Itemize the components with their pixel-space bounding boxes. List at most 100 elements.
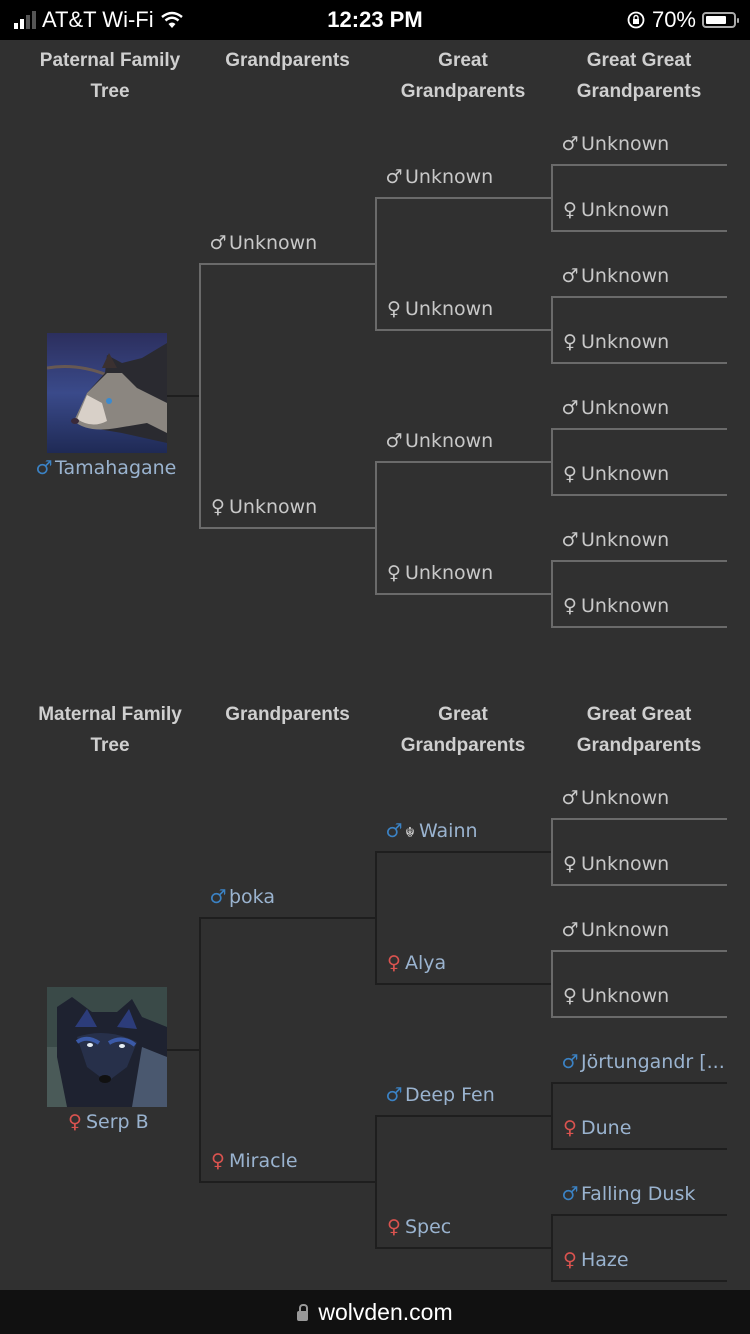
bracket-bottom-line xyxy=(199,527,376,529)
bracket-bottom-line xyxy=(551,884,727,886)
male-icon: ♂ xyxy=(35,457,53,479)
wolf-name: Unknown xyxy=(581,265,670,287)
unknown-ancestor-female: ♀ Unknown xyxy=(385,298,493,320)
bracket-top-line xyxy=(199,917,376,919)
ancestor-female[interactable]: ♀ Miracle xyxy=(209,1150,298,1172)
status-bar: AT&T Wi-Fi 12:23 PM 70% xyxy=(0,0,750,40)
bracket-top-line xyxy=(551,560,727,562)
bracket-bottom-line xyxy=(551,230,727,232)
bracket-bottom-line xyxy=(375,329,552,331)
wolf-name: Unknown xyxy=(581,595,670,617)
unknown-ancestor-female: ♀ Unknown xyxy=(561,985,669,1007)
male-icon: ♂ xyxy=(561,133,579,155)
wolf-name: Tamahagane xyxy=(55,457,177,479)
great-great-grandparents-heading: Great Great Grandparents xyxy=(551,45,727,107)
bracket-vertical-line xyxy=(551,164,553,232)
wolf-name: Unknown xyxy=(405,166,494,188)
female-icon: ♀ xyxy=(563,1249,577,1271)
ancestor-female[interactable]: ♀ Haze xyxy=(561,1249,629,1271)
bracket-bottom-line xyxy=(551,1016,727,1018)
wolf-name: Unknown xyxy=(581,133,670,155)
heading-line: Great Great xyxy=(586,50,692,71)
wolf-avatar-serp-b[interactable] xyxy=(47,987,167,1107)
wolf-name: þoka xyxy=(229,886,275,908)
bracket-top-line xyxy=(551,296,727,298)
ancestor-male[interactable]: ♂ Deep Fen xyxy=(385,1084,494,1106)
wolf-name: Unknown xyxy=(229,496,318,518)
female-icon: ♀ xyxy=(387,952,401,974)
ancestor-female[interactable]: ♀ Alya xyxy=(385,952,446,974)
male-icon: ♂ xyxy=(561,397,579,419)
female-icon: ♀ xyxy=(563,853,577,875)
female-icon: ♀ xyxy=(563,331,577,353)
root-wolf-tamahagane[interactable]: ♂ Tamahagane xyxy=(35,457,176,479)
bracket-bottom-line xyxy=(375,593,552,595)
wolf-name: Unknown xyxy=(581,529,670,551)
wolf-name: Miracle xyxy=(229,1150,298,1172)
female-icon: ♀ xyxy=(563,595,577,617)
bracket-top-line xyxy=(375,461,552,463)
wolf-name: Jörtungandr [... xyxy=(581,1051,725,1073)
bracket-bottom-line xyxy=(375,1247,552,1249)
grandparents-heading: Grandparents xyxy=(225,50,350,71)
male-icon: ♂ xyxy=(561,529,579,551)
browser-url-bar[interactable]: wolvden.com xyxy=(0,1290,750,1334)
wolf-name: Unknown xyxy=(229,232,318,254)
wolf-name: Unknown xyxy=(581,331,670,353)
ancestor-male[interactable]: ♂ Falling Dusk xyxy=(561,1183,695,1205)
bracket-top-line xyxy=(551,428,727,430)
male-icon: ♂ xyxy=(385,820,403,842)
bracket-vertical-line xyxy=(375,1115,377,1249)
male-icon: ♂ xyxy=(561,919,579,941)
female-icon: ♀ xyxy=(68,1111,82,1133)
bracket-top-line xyxy=(551,818,727,820)
wolf-name: Unknown xyxy=(581,985,670,1007)
bracket-bottom-line xyxy=(375,983,552,985)
heading-line: Tree xyxy=(90,81,130,102)
heading-line: Great xyxy=(438,704,488,725)
bracket-vertical-line xyxy=(551,1082,553,1150)
wolf-portrait-image xyxy=(47,987,167,1107)
root-wolf-serp-b[interactable]: ♀ Serp B xyxy=(66,1111,149,1133)
wolf-name: Unknown xyxy=(405,298,494,320)
url-domain: wolvden.com xyxy=(318,1299,453,1325)
bracket-vertical-line xyxy=(551,296,553,364)
heading-line: Grandparents xyxy=(576,735,702,756)
wolf-name: Unknown xyxy=(581,853,670,875)
heading-line: Great Great xyxy=(586,704,692,725)
female-icon: ♀ xyxy=(563,985,577,1007)
unknown-ancestor-male: ♂ Unknown xyxy=(561,529,669,551)
male-icon: ♂ xyxy=(561,1183,579,1205)
bracket-bottom-line xyxy=(551,1148,727,1150)
ancestor-female[interactable]: ♀ Spec xyxy=(385,1216,451,1238)
lock-icon xyxy=(297,1304,309,1321)
wolf-name: Spec xyxy=(405,1216,452,1238)
bracket-bottom-line xyxy=(551,1280,727,1282)
wolf-name: Unknown xyxy=(581,463,670,485)
ancestor-male[interactable]: ♂ Jörtungandr [... xyxy=(561,1051,725,1073)
unknown-ancestor-male: ♂ Unknown xyxy=(209,232,317,254)
wolf-name: Unknown xyxy=(405,430,494,452)
female-icon: ♀ xyxy=(387,298,401,320)
male-icon: ♂ xyxy=(561,787,579,809)
female-icon: ♀ xyxy=(563,199,577,221)
bracket-vertical-line xyxy=(375,461,377,595)
bracket-vertical-line xyxy=(199,917,201,1183)
bracket-top-line xyxy=(375,851,552,853)
unknown-ancestor-female: ♀ Unknown xyxy=(561,853,669,875)
wolf-portrait-image xyxy=(47,333,167,453)
unknown-ancestor-male: ♂ Unknown xyxy=(561,919,669,941)
wolf-name: Unknown xyxy=(405,562,494,584)
ancestor-male[interactable]: ♂ þoka xyxy=(209,886,275,908)
bracket-vertical-line xyxy=(375,851,377,985)
ancestor-female[interactable]: ♀ Dune xyxy=(561,1117,631,1139)
bracket-bottom-line xyxy=(551,494,727,496)
heading-line: Maternal Family xyxy=(38,704,182,725)
wolf-name: Unknown xyxy=(581,787,670,809)
bracket-top-line xyxy=(551,1082,727,1084)
wolf-avatar-tamahagane[interactable] xyxy=(47,333,167,453)
ancestor-male[interactable]: ♂ ☬ Wainn xyxy=(385,820,477,842)
female-icon: ♀ xyxy=(211,1150,225,1172)
unknown-ancestor-female: ♀ Unknown xyxy=(561,463,669,485)
wolf-name: Unknown xyxy=(581,397,670,419)
